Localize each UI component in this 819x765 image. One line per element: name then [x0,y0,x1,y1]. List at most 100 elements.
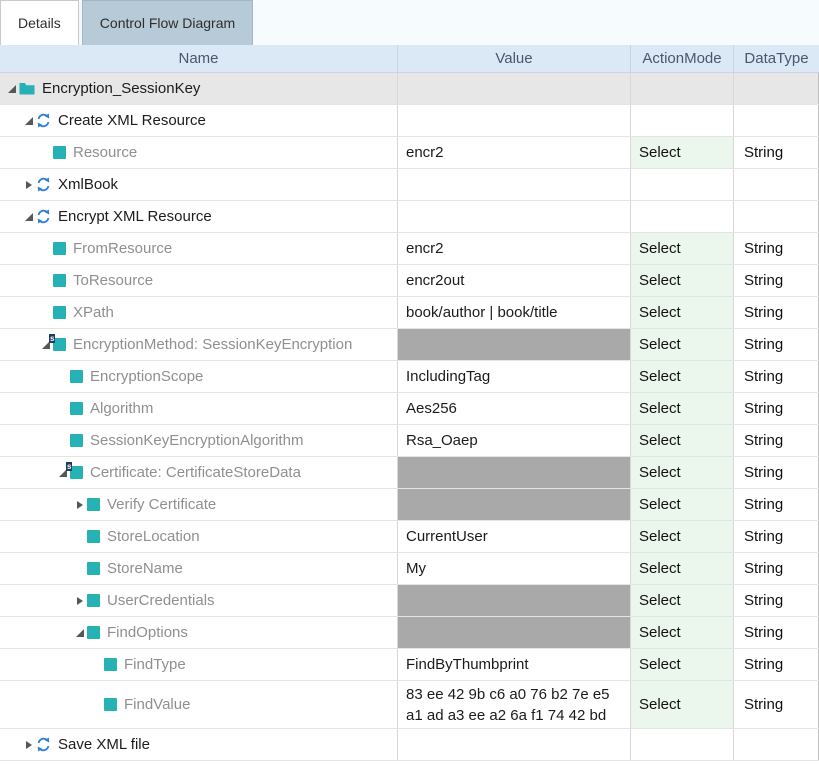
tree-row[interactable]: FindType FindByThumbprint Select String [0,649,819,681]
value-cell[interactable]: CurrentUser [397,521,630,552]
value-cell[interactable] [397,457,630,488]
action-mode-cell[interactable]: Select [630,297,733,328]
name-cell[interactable]: FindType [0,649,397,680]
value-cell[interactable] [397,105,630,136]
tree-row[interactable]: ToResource encr2out Select String [0,265,819,297]
data-type-cell[interactable] [733,169,819,200]
expand-toggle-icon[interactable] [22,741,36,749]
name-cell[interactable]: SessionKeyEncryptionAlgorithm [0,425,397,456]
value-cell[interactable] [397,617,630,648]
value-cell[interactable]: encr2 [397,137,630,168]
tree-row[interactable]: Create XML Resource [0,105,819,137]
value-cell[interactable] [397,585,630,616]
name-cell[interactable]: ToResource [0,265,397,296]
data-type-cell[interactable]: String [733,585,819,616]
data-type-cell[interactable]: String [733,297,819,328]
data-type-cell[interactable]: String [733,489,819,520]
tree-row[interactable]: Save XML file [0,729,819,761]
value-cell[interactable]: My [397,553,630,584]
value-cell[interactable]: encr2out [397,265,630,296]
name-cell[interactable]: Encrypt XML Resource [0,201,397,232]
name-cell[interactable]: FromResource [0,233,397,264]
action-mode-cell[interactable]: Select [630,681,733,728]
tree-row[interactable]: Encryption_SessionKey [0,73,819,105]
data-type-cell[interactable]: String [733,329,819,360]
tree-row[interactable]: Verify Certificate Select String [0,489,819,521]
name-cell[interactable]: EncryptionScope [0,361,397,392]
action-mode-cell[interactable]: Select [630,649,733,680]
name-cell[interactable]: UserCredentials [0,585,397,616]
tree-row[interactable]: SessionKeyEncryptionAlgorithm Rsa_Oaep S… [0,425,819,457]
name-cell[interactable]: s EncryptionMethod: SessionKeyEncryption [0,329,397,360]
tree-row[interactable]: StoreLocation CurrentUser Select String [0,521,819,553]
data-type-cell[interactable]: String [733,393,819,424]
tree-row[interactable]: XPath book/author | book/title Select St… [0,297,819,329]
action-mode-cell[interactable]: Select [630,585,733,616]
tree-row[interactable]: XmlBook [0,169,819,201]
data-type-cell[interactable]: String [733,233,819,264]
value-cell[interactable]: Aes256 [397,393,630,424]
expand-toggle-icon[interactable] [73,629,87,637]
data-type-cell[interactable]: String [733,521,819,552]
tree-row[interactable]: FindValue 83 ee 42 9b c6 a0 76 b2 7e e5 … [0,681,819,729]
value-cell[interactable]: encr2 [397,233,630,264]
tree-row[interactable]: StoreName My Select String [0,553,819,585]
data-type-cell[interactable]: String [733,457,819,488]
name-cell[interactable]: Create XML Resource [0,105,397,136]
action-mode-cell[interactable]: Select [630,393,733,424]
name-cell[interactable]: StoreLocation [0,521,397,552]
value-cell[interactable]: IncludingTag [397,361,630,392]
action-mode-cell[interactable]: Select [630,361,733,392]
name-cell[interactable]: s Certificate: CertificateStoreData [0,457,397,488]
data-type-cell[interactable] [733,729,819,760]
action-mode-cell[interactable]: Select [630,457,733,488]
value-cell[interactable] [397,73,630,104]
tree-row[interactable]: FindOptions Select String [0,617,819,649]
data-type-cell[interactable] [733,105,819,136]
tab-details[interactable]: Details [0,0,79,45]
value-cell[interactable]: 83 ee 42 9b c6 a0 76 b2 7e e5 a1 ad a3 e… [397,681,630,728]
data-type-cell[interactable]: String [733,265,819,296]
tree-row[interactable]: s EncryptionMethod: SessionKeyEncryption… [0,329,819,361]
value-cell[interactable] [397,201,630,232]
action-mode-cell[interactable]: Select [630,137,733,168]
data-type-cell[interactable]: String [733,681,819,728]
action-mode-cell[interactable]: Select [630,233,733,264]
data-type-cell[interactable] [733,201,819,232]
action-mode-cell[interactable] [630,729,733,760]
tree-row[interactable]: Encrypt XML Resource [0,201,819,233]
name-cell[interactable]: Algorithm [0,393,397,424]
data-type-cell[interactable]: String [733,425,819,456]
value-cell[interactable] [397,329,630,360]
action-mode-cell[interactable] [630,73,733,104]
data-type-cell[interactable]: String [733,649,819,680]
name-cell[interactable]: Resource [0,137,397,168]
tab-control-flow-diagram[interactable]: Control Flow Diagram [82,0,253,45]
expand-toggle-icon[interactable] [73,501,87,509]
expand-toggle-icon[interactable] [73,597,87,605]
value-cell[interactable]: FindByThumbprint [397,649,630,680]
action-mode-cell[interactable]: Select [630,425,733,456]
value-cell[interactable] [397,169,630,200]
tree-row[interactable]: EncryptionScope IncludingTag Select Stri… [0,361,819,393]
expand-toggle-icon[interactable] [22,213,36,221]
tree-row[interactable]: FromResource encr2 Select String [0,233,819,265]
data-type-cell[interactable]: String [733,553,819,584]
action-mode-cell[interactable]: Select [630,265,733,296]
name-cell[interactable]: XmlBook [0,169,397,200]
expand-toggle-icon[interactable] [22,117,36,125]
name-cell[interactable]: FindOptions [0,617,397,648]
value-cell[interactable]: Rsa_Oaep [397,425,630,456]
name-cell[interactable]: Verify Certificate [0,489,397,520]
data-type-cell[interactable]: String [733,617,819,648]
expand-toggle-icon[interactable] [5,85,19,93]
action-mode-cell[interactable]: Select [630,329,733,360]
action-mode-cell[interactable] [630,201,733,232]
tree-row[interactable]: Resource encr2 Select String [0,137,819,169]
data-type-cell[interactable] [733,73,819,104]
action-mode-cell[interactable]: Select [630,489,733,520]
expand-toggle-icon[interactable] [22,181,36,189]
action-mode-cell[interactable]: Select [630,553,733,584]
action-mode-cell[interactable]: Select [630,617,733,648]
action-mode-cell[interactable] [630,169,733,200]
